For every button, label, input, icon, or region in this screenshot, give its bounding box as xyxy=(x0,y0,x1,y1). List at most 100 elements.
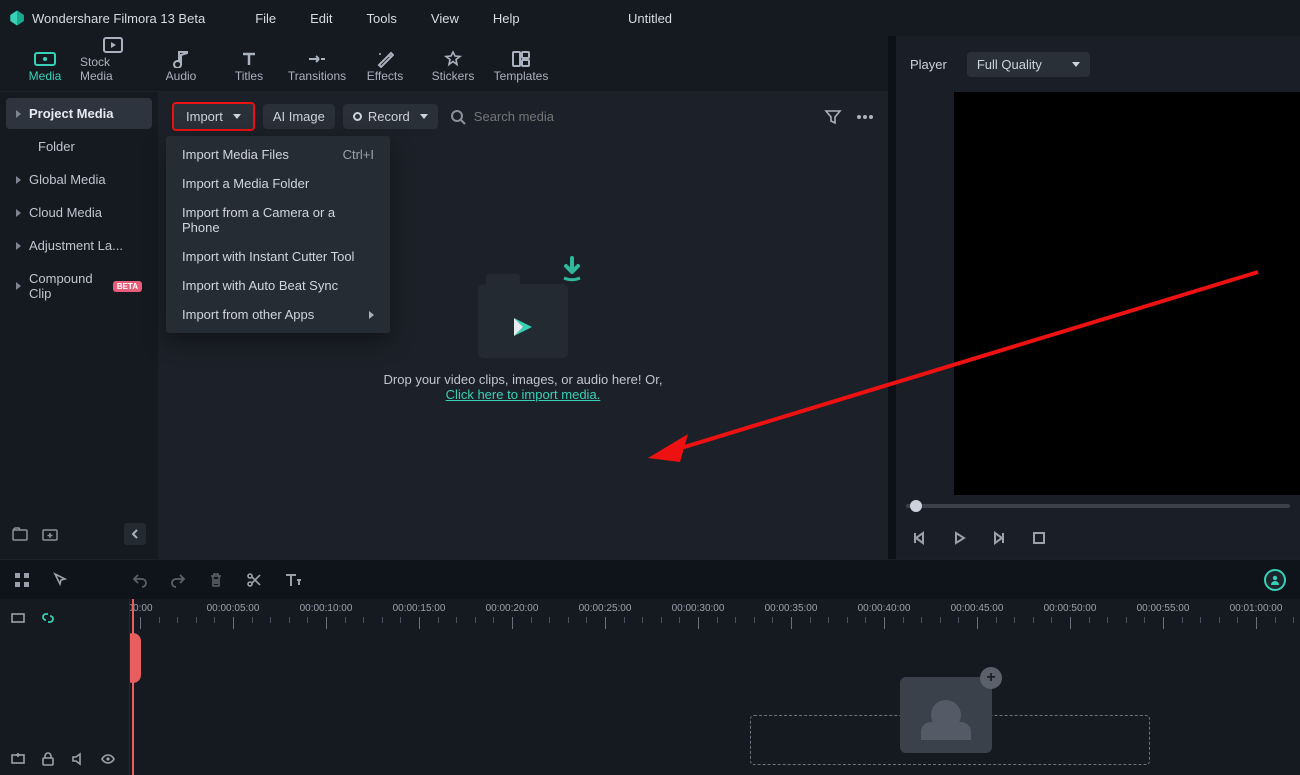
ai-image-label: AI Image xyxy=(273,109,325,124)
import-menu-instant-cutter[interactable]: Import with Instant Cutter Tool xyxy=(166,242,390,271)
import-menu-media-files[interactable]: Import Media Files Ctrl+I xyxy=(166,140,390,169)
sidebar-item-compound-clip[interactable]: Compound Clip BETA xyxy=(6,263,152,309)
nav-tab-titles[interactable]: Titles xyxy=(216,47,282,89)
filter-icon[interactable] xyxy=(824,109,842,125)
search-group xyxy=(450,109,674,125)
sidebar-item-project-media[interactable]: Project Media xyxy=(6,98,152,129)
scrub-thumb[interactable] xyxy=(910,500,922,512)
track-area[interactable]: + xyxy=(130,637,1300,775)
expand-icon xyxy=(16,282,21,290)
import-menu-other-apps[interactable]: Import from other Apps xyxy=(166,300,390,329)
menu-item-label: Import a Media Folder xyxy=(182,176,309,191)
media-icon xyxy=(34,51,56,67)
timeline-link-icon[interactable] xyxy=(40,610,56,626)
player-viewport[interactable] xyxy=(954,92,1300,495)
import-menu-auto-beat-sync[interactable]: Import with Auto Beat Sync xyxy=(166,271,390,300)
menu-tools[interactable]: Tools xyxy=(353,5,411,32)
hide-track-icon[interactable] xyxy=(100,751,116,767)
app-title: Wondershare Filmora 13 Beta xyxy=(32,11,205,26)
lock-track-icon[interactable] xyxy=(40,751,56,767)
sidebar-item-label: Folder xyxy=(38,139,75,154)
grid-view-icon[interactable] xyxy=(14,572,30,588)
audio-icon xyxy=(170,51,192,67)
import-link[interactable]: Click here to import media. xyxy=(446,387,601,402)
media-column: Media Stock Media Audio Titles Transitio… xyxy=(0,36,888,559)
more-options-icon[interactable] xyxy=(856,114,874,120)
new-folder-icon[interactable] xyxy=(42,526,58,542)
play-pause-button[interactable] xyxy=(950,529,968,547)
menu-edit[interactable]: Edit xyxy=(296,5,346,32)
submenu-caret-icon xyxy=(369,311,374,319)
selection-tool-icon[interactable] xyxy=(52,572,68,588)
split-button[interactable] xyxy=(246,572,262,588)
undo-button[interactable] xyxy=(132,572,148,588)
stickers-icon xyxy=(442,51,464,67)
sidebar-item-cloud-media[interactable]: Cloud Media xyxy=(6,197,152,228)
text-tool-icon[interactable] xyxy=(284,572,302,588)
chevron-down-icon xyxy=(1072,62,1080,67)
import-button[interactable]: Import xyxy=(172,102,255,131)
filmora-logo-icon xyxy=(508,312,538,342)
menu-file[interactable]: File xyxy=(241,5,290,32)
expand-icon xyxy=(16,209,21,217)
nav-tab-media[interactable]: Media xyxy=(12,47,78,89)
timeline-playhead[interactable] xyxy=(132,599,134,775)
quality-select[interactable]: Full Quality xyxy=(967,52,1090,77)
media-toolbar: Import AI Image Record xyxy=(158,92,888,141)
nav-tab-templates[interactable]: Templates xyxy=(488,47,554,89)
sidebar-item-label: Compound Clip xyxy=(29,271,105,301)
sidebar-item-adjustment-layer[interactable]: Adjustment La... xyxy=(6,230,152,261)
nav-tab-stockmedia[interactable]: Stock Media xyxy=(80,33,146,89)
record-button[interactable]: Record xyxy=(343,104,438,129)
insert-clip-card[interactable]: + xyxy=(900,677,992,753)
prev-frame-button[interactable] xyxy=(910,529,928,547)
ai-image-button[interactable]: AI Image xyxy=(263,104,335,129)
delete-button[interactable] xyxy=(208,572,224,588)
nav-tab-label: Audio xyxy=(166,69,197,83)
ruler-label: 00:00:05:00 xyxy=(207,603,260,614)
sidebar-item-label: Cloud Media xyxy=(29,205,102,220)
player-header: Player Full Quality xyxy=(896,36,1300,92)
top-menu-bar: Wondershare Filmora 13 Beta File Edit To… xyxy=(0,0,1300,36)
sidebar-item-folder[interactable]: Folder xyxy=(6,131,152,162)
mute-track-icon[interactable] xyxy=(70,751,86,767)
sidebar-item-label: Global Media xyxy=(29,172,106,187)
search-input[interactable] xyxy=(474,109,674,124)
ruler-label: 00:00:45:00 xyxy=(951,603,1004,614)
collapse-sidebar-button[interactable] xyxy=(124,523,146,545)
menu-help[interactable]: Help xyxy=(479,5,534,32)
timeline-body[interactable]: 00:0000:00:05:0000:00:10:0000:00:15:0000… xyxy=(130,599,1300,775)
redo-button[interactable] xyxy=(170,572,186,588)
player-scrubber[interactable] xyxy=(896,495,1300,517)
nav-tab-label: Transitions xyxy=(288,69,346,83)
ruler-label: 00:00:10:00 xyxy=(300,603,353,614)
nav-tab-stickers[interactable]: Stickers xyxy=(420,47,486,89)
beta-badge: BETA xyxy=(113,281,142,292)
import-menu-camera-phone[interactable]: Import from a Camera or a Phone xyxy=(166,198,390,242)
timeline-ruler[interactable]: 00:0000:00:05:0000:00:10:0000:00:15:0000… xyxy=(130,599,1300,637)
sidebar-item-global-media[interactable]: Global Media xyxy=(6,164,152,195)
add-clip-button[interactable]: + xyxy=(980,667,1002,689)
nav-tab-audio[interactable]: Audio xyxy=(148,47,214,89)
import-folder-icon xyxy=(478,284,568,358)
stop-button[interactable] xyxy=(1030,529,1048,547)
import-menu-media-folder[interactable]: Import a Media Folder xyxy=(166,169,390,198)
nav-tab-effects[interactable]: Effects xyxy=(352,47,418,89)
nav-tab-transitions[interactable]: Transitions xyxy=(284,47,350,89)
nav-tab-label: Media xyxy=(29,69,62,83)
menu-item-label: Import Media Files xyxy=(182,147,289,162)
chevron-down-icon xyxy=(233,114,241,119)
document-title: Untitled xyxy=(628,11,672,26)
menu-view[interactable]: View xyxy=(417,5,473,32)
new-bin-icon[interactable] xyxy=(12,526,28,542)
search-icon xyxy=(450,109,466,125)
track-controls xyxy=(0,637,129,775)
timeline-snap-icon[interactable] xyxy=(10,610,26,626)
next-frame-button[interactable] xyxy=(990,529,1008,547)
user-avatar-icon[interactable] xyxy=(1264,569,1286,591)
sidebar-footer xyxy=(6,515,152,553)
menu-item-label: Import from other Apps xyxy=(182,307,314,322)
add-track-icon[interactable] xyxy=(10,751,26,767)
media-row: Project Media Folder Global Media Cloud … xyxy=(0,92,888,559)
chevron-down-icon xyxy=(420,114,428,119)
